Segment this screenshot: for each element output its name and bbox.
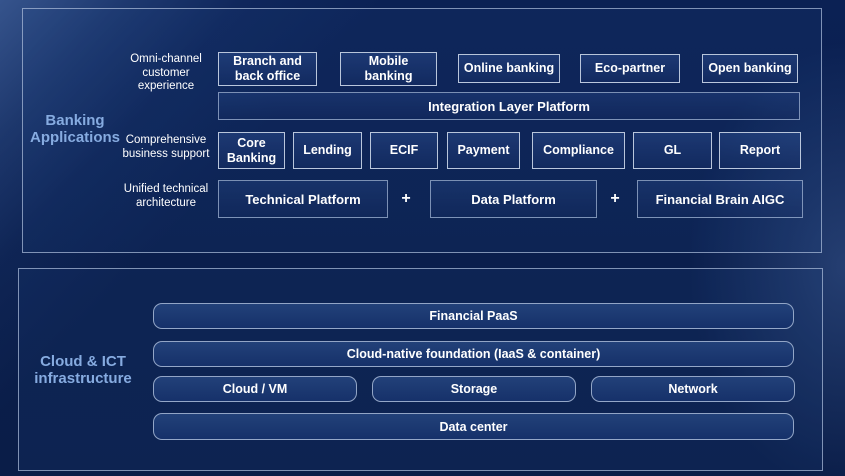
business-support-row-label: Comprehensive business support: [116, 134, 216, 161]
plus-sign: +: [396, 190, 416, 208]
compliance-box: Compliance: [532, 132, 625, 169]
branch-back-office-box: Branch and back office: [218, 52, 317, 86]
data-platform-box: Data Platform: [430, 180, 597, 218]
eco-partner-box: Eco-partner: [580, 54, 680, 83]
cloud-vm-box: Cloud / VM: [153, 376, 357, 402]
financial-brain-aigc-box: Financial Brain AIGC: [637, 180, 803, 218]
gl-box: GL: [633, 132, 712, 169]
payment-box: Payment: [447, 132, 520, 169]
unified-architecture-row-label: Unified technical architecture: [116, 183, 216, 210]
network-box: Network: [591, 376, 795, 402]
lending-box: Lending: [293, 132, 362, 169]
cloud-native-foundation-bar: Cloud-native foundation (IaaS & containe…: [153, 341, 794, 367]
ecif-box: ECIF: [370, 132, 438, 169]
financial-paas-bar: Financial PaaS: [153, 303, 794, 329]
cloud-ict-label: Cloud & ICT infrastructure: [8, 353, 158, 387]
technical-platform-box: Technical Platform: [218, 180, 388, 218]
online-banking-box: Online banking: [458, 54, 560, 83]
report-box: Report: [719, 132, 801, 169]
architecture-diagram: Banking Applications Omni-channel custom…: [0, 0, 845, 476]
storage-box: Storage: [372, 376, 576, 402]
omni-channel-row-label: Omni-channel customer experience: [116, 53, 216, 94]
integration-layer-platform-bar: Integration Layer Platform: [218, 92, 800, 120]
data-center-bar: Data center: [153, 413, 794, 440]
plus-sign: +: [605, 190, 625, 208]
mobile-banking-box: Mobile banking: [340, 52, 437, 86]
core-banking-box: Core Banking: [218, 132, 285, 169]
open-banking-box: Open banking: [702, 54, 798, 83]
